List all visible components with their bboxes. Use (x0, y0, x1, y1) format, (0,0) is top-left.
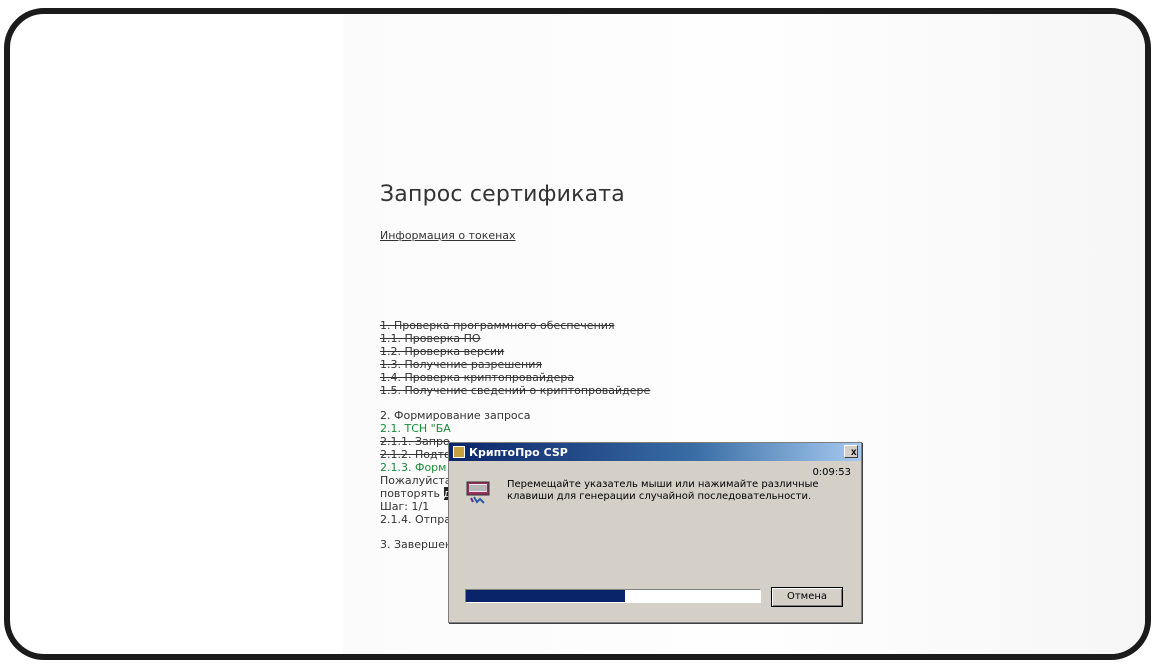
progress-bar (465, 589, 761, 603)
step-1-4: 1.4. Проверка криптопровайдера (380, 371, 575, 384)
repeat-prefix: повторять (380, 487, 444, 500)
step-2: 2. Формирование запроса (380, 409, 531, 422)
dialog-title: КриптоПро CSP (469, 445, 568, 459)
token-info-link[interactable]: Информация о токенах (380, 229, 516, 242)
dialog-message: Перемещайте указатель мыши или нажимайте… (507, 479, 819, 502)
cryptopro-dialog: КриптоПро CSP x 0:09:53 Перемещайте указ… (448, 442, 862, 623)
page-title: Запрос сертификата (380, 182, 625, 207)
step-1-5: 1.5. Получение сведений о криптопровайде… (380, 384, 651, 397)
screenshot-frame: Запрос сертификата Информация о токенах … (4, 8, 1151, 660)
step-1-2: 1.2. Проверка версии (380, 345, 505, 358)
keyboard-icon (466, 481, 490, 504)
cancel-button[interactable]: Отмена (771, 587, 843, 607)
step-1: 1. Проверка программного обеспечения (380, 319, 615, 332)
step-1-1: 1.1. Проверка ПО (380, 332, 481, 345)
progress-fill (466, 590, 625, 602)
timer: 0:09:53 (812, 467, 851, 478)
dialog-titlebar[interactable]: КриптоПро CSP x (449, 443, 861, 461)
step-1-3: 1.3. Получение разрешения (380, 358, 543, 371)
step-2-1: 2.1. ТСН "БА (380, 422, 451, 435)
close-button[interactable]: x (844, 445, 858, 458)
cryptopro-app-icon (453, 446, 465, 458)
